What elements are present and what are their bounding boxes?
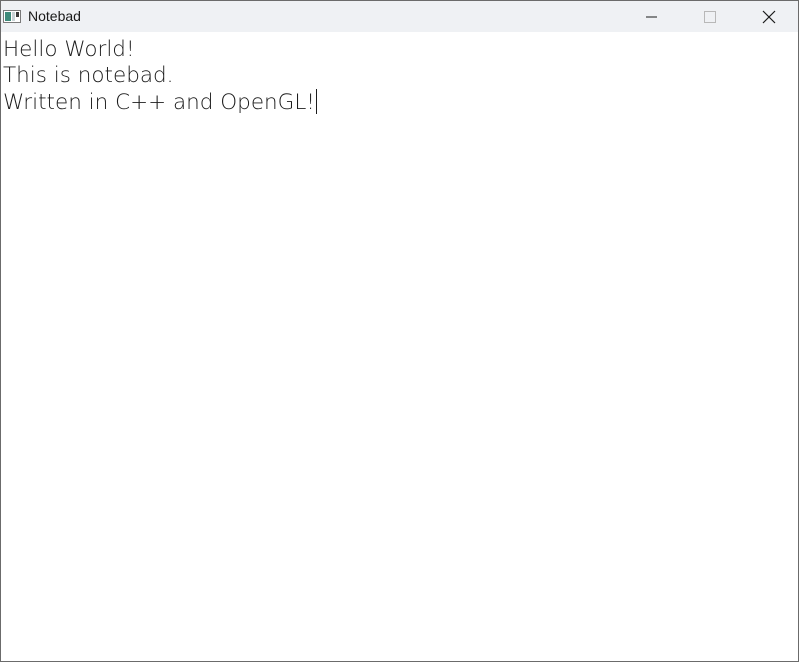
app-window: Notebad Hello World! This is notebad. Wr…	[0, 0, 799, 662]
editor-line-text: This is notebad.	[3, 63, 174, 88]
minimize-icon	[646, 16, 657, 17]
text-caret	[315, 89, 318, 114]
maximize-icon	[704, 10, 716, 23]
maximize-button[interactable]	[681, 1, 739, 32]
window-title: Notebad	[28, 8, 81, 24]
title-bar[interactable]: Notebad	[1, 1, 798, 32]
app-window-icon	[3, 10, 21, 23]
minimize-button[interactable]	[623, 1, 681, 32]
close-button[interactable]	[740, 1, 798, 32]
text-editor-area[interactable]: Hello World! This is notebad. Written in…	[1, 32, 798, 661]
editor-line[interactable]: Hello World!	[3, 37, 135, 63]
editor-line-text: Hello World!	[3, 37, 135, 62]
editor-line[interactable]: Written in C++ and OpenGL!	[3, 89, 318, 115]
close-icon	[762, 10, 776, 23]
editor-line-text: Written in C++ and OpenGL!	[3, 90, 315, 115]
editor-line[interactable]: This is notebad.	[3, 63, 174, 89]
